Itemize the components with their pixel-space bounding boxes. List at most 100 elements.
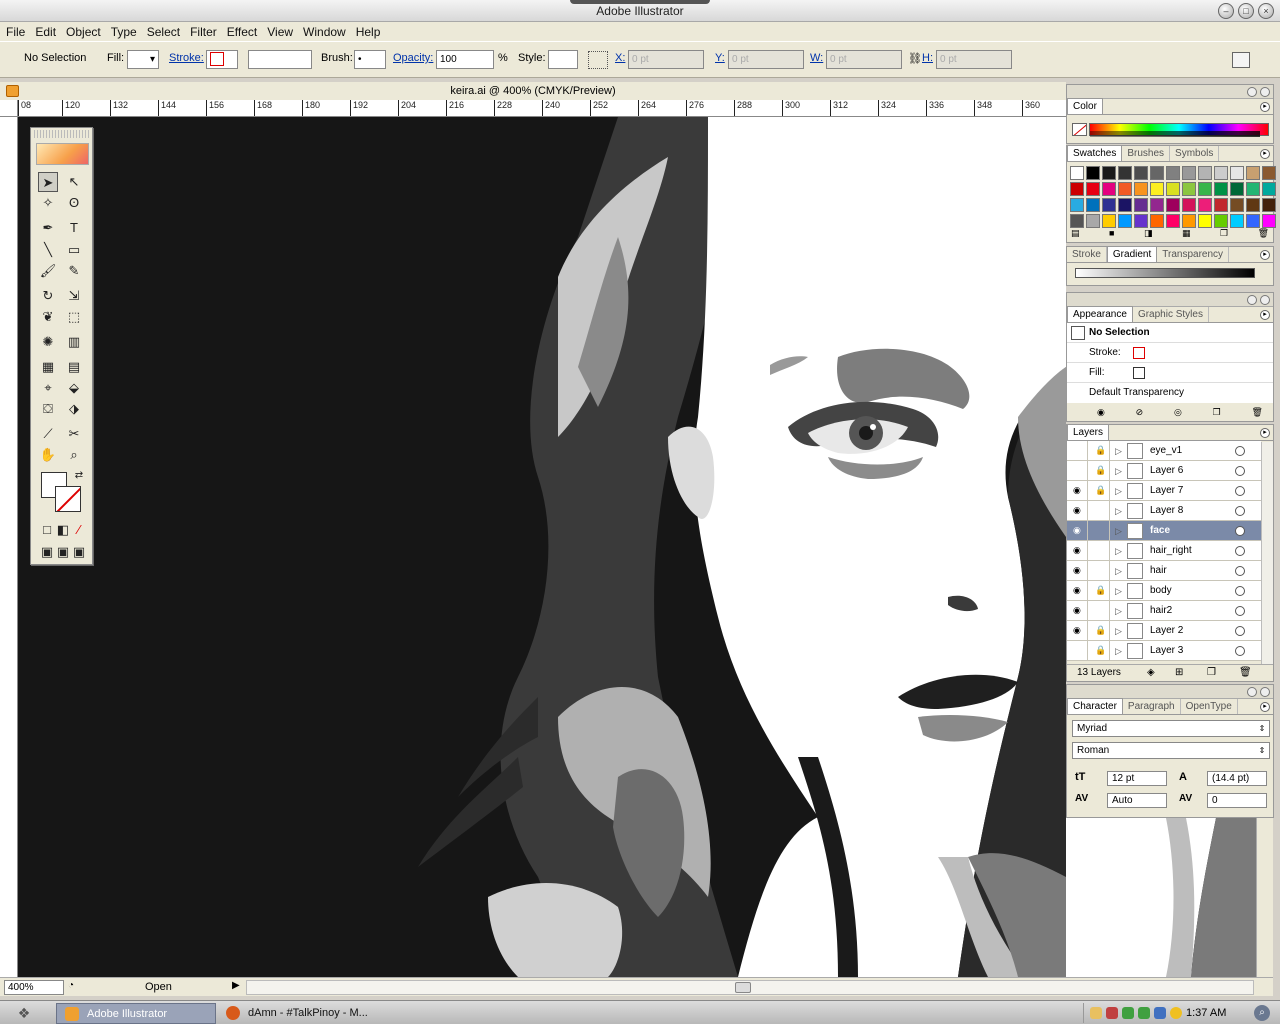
expand-triangle-icon[interactable]: ▷: [1115, 501, 1122, 521]
color-swatch[interactable]: [1166, 166, 1180, 180]
layer-row[interactable]: ◉ ▷ hair2: [1067, 601, 1261, 621]
tray-network-icon[interactable]: [1138, 1007, 1150, 1019]
appearance-transparency-row[interactable]: Default Transparency: [1067, 383, 1273, 403]
swatch-libraries-icon[interactable]: ▤: [1071, 228, 1080, 240]
show-pattern-swatches-icon[interactable]: ▦: [1182, 228, 1191, 240]
zoom-tool-icon[interactable]: ⌕: [64, 445, 84, 465]
tracking-field[interactable]: 0: [1207, 793, 1267, 808]
show-color-swatches-icon[interactable]: ■: [1109, 228, 1114, 240]
vertical-ruler[interactable]: [0, 117, 18, 977]
layer-row[interactable]: ◉ 🔒 ▷ Layer 2: [1067, 621, 1261, 641]
lasso-tool-icon[interactable]: ʘ: [64, 193, 84, 213]
start-menu-icon[interactable]: ❖: [6, 1004, 42, 1022]
pen-tool-icon[interactable]: ✒: [38, 218, 58, 238]
artboard-canvas[interactable]: [18, 117, 1066, 977]
target-circle-icon[interactable]: [1235, 466, 1245, 476]
color-swatch[interactable]: [1166, 182, 1180, 196]
color-swatch[interactable]: [1102, 198, 1116, 212]
color-swatch[interactable]: [1246, 214, 1260, 228]
unlocked-slot[interactable]: [1095, 505, 1105, 516]
menu-object[interactable]: Object: [64, 25, 109, 39]
y-field[interactable]: 0 pt: [728, 50, 804, 69]
eye-icon[interactable]: ◉: [1073, 526, 1084, 535]
color-swatch[interactable]: [1134, 182, 1148, 196]
new-swatch-icon[interactable]: ❐: [1220, 228, 1228, 240]
menu-filter[interactable]: Filter: [188, 25, 225, 39]
w-field[interactable]: 0 pt: [826, 50, 902, 69]
fill-swatch-dropdown[interactable]: ▾: [127, 50, 159, 69]
stroke-weight-field[interactable]: [248, 50, 312, 69]
color-swatch[interactable]: [1182, 182, 1196, 196]
none-mode-icon[interactable]: ⁄: [69, 520, 89, 540]
brush-dropdown[interactable]: •: [354, 50, 386, 69]
expand-triangle-icon[interactable]: ▷: [1115, 441, 1122, 461]
duplicate-item-icon[interactable]: ❐: [1213, 407, 1221, 419]
color-swatch[interactable]: [1070, 198, 1084, 212]
layer-row[interactable]: ◉ ▷ face: [1067, 521, 1261, 541]
kerning-field[interactable]: Auto: [1107, 793, 1167, 808]
tab-opentype[interactable]: OpenType: [1181, 699, 1238, 714]
color-swatch[interactable]: [1198, 166, 1212, 180]
color-swatch[interactable]: [1262, 182, 1276, 196]
tab-color[interactable]: Color: [1067, 98, 1103, 114]
line-tool-icon[interactable]: ╲: [38, 240, 58, 260]
style-dropdown[interactable]: [548, 50, 578, 69]
panel-close-icon[interactable]: [1260, 87, 1270, 97]
graph-tool-icon[interactable]: ▥: [64, 332, 84, 352]
target-circle-icon[interactable]: [1235, 646, 1245, 656]
rectangle-tool-icon[interactable]: ▭: [64, 240, 84, 260]
color-swatch[interactable]: [1086, 182, 1100, 196]
none-color-swatch[interactable]: [1072, 123, 1087, 136]
menu-select[interactable]: Select: [145, 25, 188, 39]
magic-wand-tool-icon[interactable]: ✧: [38, 193, 58, 213]
layer-row[interactable]: ◉ 🔒 ▷ Layer 7: [1067, 481, 1261, 501]
layer-row[interactable]: 🔒 ▷ Layer 6: [1067, 461, 1261, 481]
rotate-tool-icon[interactable]: ↻: [38, 286, 58, 306]
panel-grip[interactable]: [34, 130, 89, 138]
control-panel-menu-icon[interactable]: [1232, 52, 1250, 68]
ruler-origin[interactable]: [0, 100, 18, 117]
layer-row[interactable]: ◉ ▷ hair: [1067, 561, 1261, 581]
panel-minimize-icon[interactable]: [1247, 687, 1257, 697]
panel-minimize-icon[interactable]: [1247, 87, 1257, 97]
x-field[interactable]: 0 pt: [628, 50, 704, 69]
lock-icon[interactable]: 🔒: [1095, 585, 1106, 596]
expand-triangle-icon[interactable]: ▷: [1115, 461, 1122, 481]
eyedropper-tool-icon[interactable]: ⌖: [38, 378, 58, 398]
unlocked-slot[interactable]: [1095, 545, 1105, 556]
free-transform-tool-icon[interactable]: ⬚: [64, 307, 84, 327]
panel-close-icon[interactable]: [1260, 687, 1270, 697]
expand-triangle-icon[interactable]: ▷: [1115, 521, 1122, 541]
tab-layers[interactable]: Layers: [1067, 424, 1110, 440]
target-circle-icon[interactable]: [1235, 566, 1245, 576]
expand-triangle-icon[interactable]: ▷: [1115, 581, 1122, 601]
lock-icon[interactable]: 🔒: [1095, 465, 1106, 476]
status-menu-icon[interactable]: ◔: [68, 980, 74, 991]
h-field[interactable]: 0 pt: [936, 50, 1012, 69]
tray-antivirus-icon[interactable]: [1106, 1007, 1118, 1019]
panel-menu-icon[interactable]: ▸: [1260, 149, 1270, 159]
color-swatch[interactable]: [1102, 166, 1116, 180]
scale-tool-icon[interactable]: ⇲: [64, 286, 84, 306]
expand-triangle-icon[interactable]: ▷: [1115, 621, 1122, 641]
color-swatch[interactable]: [1198, 214, 1212, 228]
color-swatch[interactable]: [1118, 166, 1132, 180]
expand-triangle-icon[interactable]: ▷: [1115, 641, 1122, 661]
eye-icon[interactable]: ◉: [1073, 586, 1084, 595]
target-circle-icon[interactable]: [1235, 446, 1245, 456]
color-swatch[interactable]: [1246, 198, 1260, 212]
eye-icon[interactable]: ◉: [1073, 486, 1084, 495]
blend-tool-icon[interactable]: ⬙: [64, 378, 84, 398]
expand-triangle-icon[interactable]: ▷: [1115, 601, 1122, 621]
color-swatch[interactable]: [1214, 198, 1228, 212]
zoom-level-field[interactable]: 400%: [4, 980, 64, 995]
eye-icon[interactable]: ◉: [1073, 566, 1084, 575]
color-swatch[interactable]: [1262, 166, 1276, 180]
create-new-layer-icon[interactable]: ❐: [1207, 665, 1216, 681]
live-paint-selection-tool-icon[interactable]: ⬗: [64, 399, 84, 419]
tab-appearance[interactable]: Appearance: [1067, 306, 1133, 322]
selection-tool-icon[interactable]: ➤: [38, 172, 58, 192]
opacity-label-link[interactable]: Opacity:: [393, 52, 433, 64]
color-swatch[interactable]: [1230, 166, 1244, 180]
tab-transparency[interactable]: Transparency: [1157, 247, 1230, 262]
